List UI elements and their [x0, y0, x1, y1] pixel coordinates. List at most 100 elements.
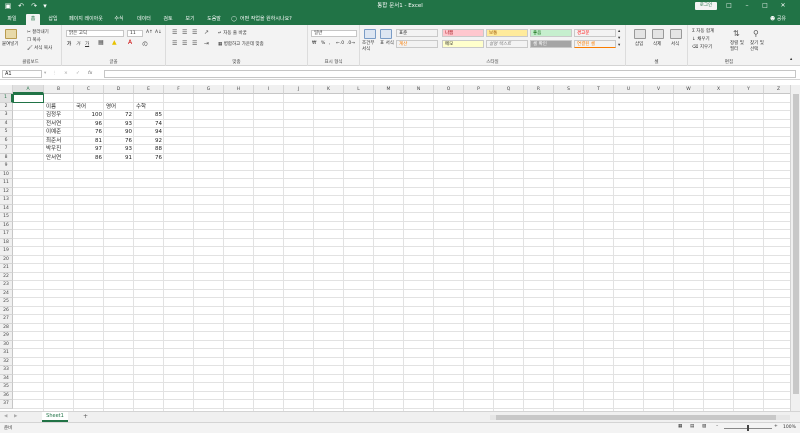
align-left-icon[interactable]: ☰: [172, 40, 177, 47]
column-header-z[interactable]: Z: [764, 85, 790, 94]
style-check-cell[interactable]: 셀 확인: [530, 40, 572, 48]
table-score-cell[interactable]: 74: [134, 120, 164, 129]
tab-formulas[interactable]: 수식: [110, 14, 128, 25]
column-header-m[interactable]: M: [374, 85, 404, 94]
style-note[interactable]: 메모: [442, 40, 484, 48]
maximize-icon[interactable]: □: [758, 0, 772, 12]
align-center-icon[interactable]: ☰: [182, 40, 187, 47]
insert-function-button[interactable]: fx: [88, 69, 92, 78]
sort-filter-icon[interactable]: ⇅: [733, 29, 740, 38]
style-linked-cell[interactable]: 연결된 셀: [574, 40, 616, 48]
row-header[interactable]: 5: [0, 128, 13, 137]
insert-cells-button[interactable]: 삽입: [635, 41, 643, 47]
column-header-n[interactable]: N: [404, 85, 434, 94]
row-header[interactable]: 11: [0, 179, 13, 188]
add-sheet-button[interactable]: +: [83, 413, 88, 420]
table-header-cell[interactable]: 이름: [46, 103, 74, 112]
orientation-icon[interactable]: ↗: [204, 29, 209, 36]
table-name-cell[interactable]: 이예준: [46, 128, 74, 137]
row-header[interactable]: 15: [0, 213, 13, 222]
tab-home[interactable]: 홈: [26, 14, 40, 25]
table-score-cell[interactable]: 92: [134, 137, 164, 146]
row-header[interactable]: 28: [0, 323, 13, 332]
table-name-cell[interactable]: 최준서: [46, 137, 74, 146]
table-name-cell[interactable]: 안서연: [46, 154, 74, 163]
styles-scroll-up-icon[interactable]: ▴: [618, 29, 620, 34]
table-score-cell[interactable]: 81: [74, 137, 104, 146]
row-header[interactable]: 34: [0, 374, 13, 383]
collapse-ribbon-icon[interactable]: ▴: [790, 57, 792, 62]
normal-view-icon[interactable]: ▦: [678, 424, 682, 429]
font-size-select[interactable]: 11: [127, 30, 143, 37]
page-break-view-icon[interactable]: ▧: [702, 424, 706, 429]
table-score-cell[interactable]: 76: [134, 154, 164, 163]
tab-file[interactable]: 파일: [3, 14, 21, 25]
column-header-x[interactable]: X: [704, 85, 734, 94]
row-header[interactable]: 14: [0, 204, 13, 213]
fill-color-icon[interactable]: ▲: [112, 39, 117, 46]
row-header[interactable]: 29: [0, 332, 13, 341]
horizontal-scroll-thumb[interactable]: [496, 415, 776, 420]
sort-filter-button[interactable]: 정렬 및 필터: [730, 41, 748, 52]
row-header[interactable]: 37: [0, 400, 13, 409]
underline-button[interactable]: 가: [85, 41, 89, 47]
row-header[interactable]: 25: [0, 298, 13, 307]
share-button[interactable]: ☻ 공유: [770, 14, 786, 24]
delete-cells-button[interactable]: 삭제: [653, 41, 661, 47]
style-bad[interactable]: 나쁨: [442, 29, 484, 37]
tab-data[interactable]: 데이터: [133, 14, 155, 25]
style-warning[interactable]: 경고문: [574, 29, 616, 37]
column-header-p[interactable]: P: [464, 85, 494, 94]
font-name-select[interactable]: 맑은 고딕: [66, 30, 124, 37]
name-box[interactable]: A1: [2, 70, 42, 78]
table-score-cell[interactable]: 86: [74, 154, 104, 163]
table-score-cell[interactable]: 76: [104, 137, 134, 146]
row-header[interactable]: 12: [0, 187, 13, 196]
prev-sheet-icon[interactable]: ◀: [4, 414, 7, 419]
row-header[interactable]: 1: [0, 94, 13, 103]
align-right-icon[interactable]: ☰: [192, 40, 197, 47]
column-header-e[interactable]: E: [134, 85, 164, 94]
horizontal-scrollbar[interactable]: [490, 415, 790, 420]
tab-view[interactable]: 보기: [181, 14, 199, 25]
next-sheet-icon[interactable]: ▶: [14, 414, 17, 419]
table-name-cell[interactable]: 박우진: [46, 145, 74, 154]
style-good[interactable]: 좋음: [530, 29, 572, 37]
name-box-dropdown-icon[interactable]: ▾: [44, 69, 46, 78]
indent-icon[interactable]: ⇥: [204, 40, 209, 47]
tab-help[interactable]: 도움말: [203, 14, 225, 25]
table-score-cell[interactable]: 85: [134, 111, 164, 120]
column-header-t[interactable]: T: [584, 85, 614, 94]
row-header[interactable]: 24: [0, 289, 13, 298]
row-header[interactable]: 20: [0, 255, 13, 264]
align-top-icon[interactable]: ☰: [172, 29, 177, 36]
autosum-button[interactable]: Σ 자동 합계: [692, 28, 714, 34]
tell-me-search[interactable]: 어떤 작업을 원하시나요?: [240, 14, 310, 25]
row-header[interactable]: 36: [0, 391, 13, 400]
percent-button[interactable]: %: [321, 41, 325, 46]
worksheet-grid[interactable]: ABCDEFGHIJKLMNOPQRSTUVWXYZ 1 2 3 4 5 6 7 8 9 10 11…: [0, 85, 790, 411]
table-header-cell[interactable]: 수학: [136, 103, 164, 112]
row-header[interactable]: 21: [0, 264, 13, 273]
formula-input[interactable]: [104, 70, 796, 78]
align-bottom-icon[interactable]: ☰: [192, 29, 197, 36]
shrink-font-icon[interactable]: A↓: [155, 30, 162, 35]
row-header[interactable]: 26: [0, 306, 13, 315]
bold-button[interactable]: 가: [67, 41, 71, 47]
row-header[interactable]: 2: [0, 102, 13, 111]
column-header-l[interactable]: L: [344, 85, 374, 94]
row-header[interactable]: 6: [0, 136, 13, 145]
font-color-icon[interactable]: A: [128, 39, 132, 46]
column-header-h[interactable]: H: [224, 85, 254, 94]
column-header-a[interactable]: A: [13, 85, 44, 94]
format-as-table-button[interactable]: 표 서식: [380, 41, 394, 47]
column-header-o[interactable]: O: [434, 85, 464, 94]
row-header[interactable]: 30: [0, 340, 13, 349]
zoom-level[interactable]: 100%: [783, 425, 796, 430]
column-header-q[interactable]: Q: [494, 85, 524, 94]
currency-icon[interactable]: ₩: [312, 41, 316, 46]
styles-more-icon[interactable]: ▾: [618, 43, 620, 48]
row-header[interactable]: 19: [0, 247, 13, 256]
table-score-cell[interactable]: 93: [104, 145, 134, 154]
align-middle-icon[interactable]: ☰: [182, 29, 187, 36]
